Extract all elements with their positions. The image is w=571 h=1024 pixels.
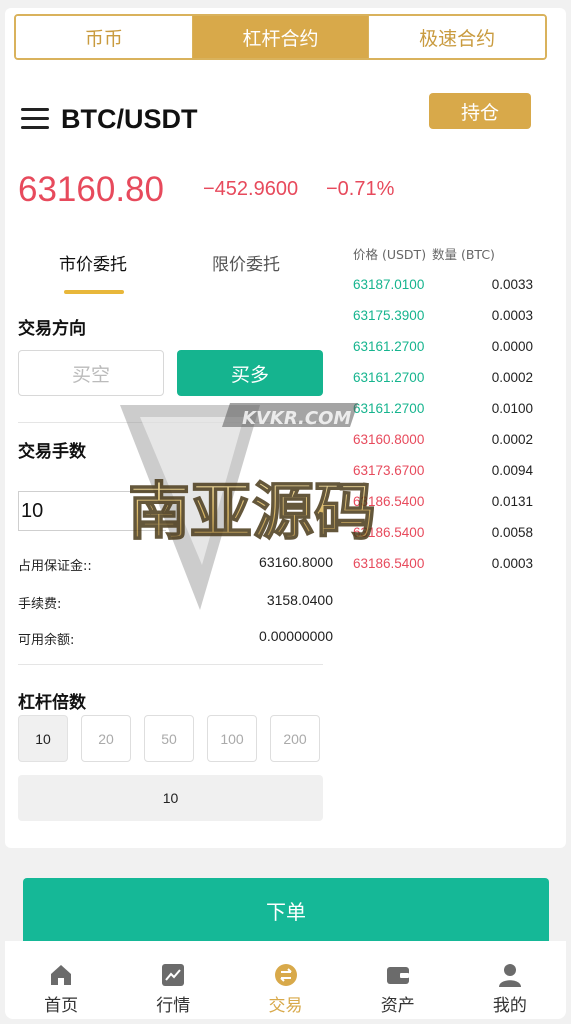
orderbook-qty: 0.0131 — [491, 494, 533, 509]
orderbook-price: 63186.5400 — [353, 494, 425, 509]
tab-fast-contract[interactable]: 极速合约 — [368, 16, 545, 58]
leverage-title: 杠杆倍数 — [18, 693, 86, 713]
orderbook-row[interactable]: 63161.2700 0.0000 — [353, 339, 533, 359]
orderbook-qty: 0.0094 — [491, 463, 533, 478]
orderbook-price-header: 价格 (USDT) — [353, 247, 427, 262]
nav-label-assets: 资产 — [380, 996, 415, 1016]
margin-value: 63160.8000 — [259, 554, 333, 570]
leverage-option-200[interactable]: 200 — [270, 715, 320, 762]
tab-market-order[interactable]: 市价委托 — [59, 250, 127, 275]
user-icon — [498, 964, 521, 987]
active-tab-underline — [64, 290, 124, 294]
divider — [18, 422, 323, 423]
last-price: 63160.80 — [18, 170, 164, 209]
orderbook-row[interactable]: 63186.5400 0.0003 — [353, 556, 533, 576]
tab-margin-contract[interactable]: 杠杆合约 — [191, 16, 369, 58]
orderbook-price: 63160.8000 — [353, 432, 425, 447]
orderbook-qty: 0.0002 — [491, 432, 533, 447]
chart-icon — [162, 964, 185, 986]
orderbook-price: 63175.3900 — [353, 308, 425, 323]
bottom-nav: 首页 行情 交易 资产 我的 — [5, 941, 566, 1019]
leverage-display: 10 — [18, 775, 323, 821]
orderbook-row[interactable]: 63173.6700 0.0094 — [353, 463, 533, 483]
orderbook-row[interactable]: 63161.2700 0.0002 — [353, 370, 533, 390]
orderbook-qty: 0.0003 — [491, 308, 533, 323]
leverage-option-10[interactable]: 10 — [18, 715, 68, 762]
home-icon — [51, 965, 72, 985]
nav-label-profile: 我的 — [492, 996, 527, 1016]
fee-value: 3158.0400 — [266, 592, 333, 608]
orderbook-qty-header: 数量 (BTC) — [432, 247, 495, 262]
price-change: −452.9600 — [203, 178, 299, 200]
orderbook-qty: 0.0033 — [491, 277, 533, 292]
orderbook-qty: 0.0002 — [491, 370, 533, 385]
nav-profile[interactable]: 我的 — [454, 941, 566, 1019]
orderbook-qty: 0.0100 — [491, 401, 533, 416]
orderbook-price: 63161.2700 — [353, 401, 425, 416]
orderbook-row[interactable]: 63186.5400 0.0131 — [353, 494, 533, 514]
orderbook-price: 63186.5400 — [353, 525, 425, 540]
quantity-input[interactable]: 10 — [18, 491, 166, 531]
price-change-percent: −0.71% — [326, 178, 395, 200]
tab-spot[interactable]: 币币 — [16, 16, 192, 58]
direction-title: 交易方向 — [18, 319, 86, 339]
nav-assets[interactable]: 资产 — [342, 941, 454, 1019]
leverage-option-100[interactable]: 100 — [207, 715, 257, 762]
buy-long-button[interactable]: 买多 — [177, 350, 323, 396]
hamburger-menu-icon[interactable] — [21, 108, 49, 130]
orderbook-row[interactable]: 63161.2700 0.0100 — [353, 401, 533, 421]
orderbook-qty: 0.0058 — [491, 525, 533, 540]
balance-value: 0.00000000 — [259, 628, 333, 644]
orderbook-price: 63187.0100 — [353, 277, 425, 292]
leverage-option-50[interactable]: 50 — [144, 715, 194, 762]
orderbook-price: 63161.2700 — [353, 339, 425, 354]
nav-label-market: 行情 — [156, 996, 191, 1016]
fee-label: 手续费: — [18, 597, 62, 612]
trading-pair-title: BTC/USDT — [61, 104, 198, 134]
buy-short-button[interactable]: 买空 — [18, 350, 164, 396]
orderbook-row[interactable]: 63160.8000 0.0002 — [353, 432, 533, 452]
orderbook-row[interactable]: 63186.5400 0.0058 — [353, 525, 533, 545]
nav-trade[interactable]: 交易 — [229, 941, 341, 1019]
wallet-icon — [386, 967, 409, 984]
nav-label-home: 首页 — [44, 996, 79, 1016]
tab-limit-order[interactable]: 限价委托 — [212, 250, 280, 275]
orderbook-price: 63186.5400 — [353, 556, 425, 571]
leverage-option-20[interactable]: 20 — [81, 715, 131, 762]
orderbook-price: 63173.6700 — [353, 463, 425, 478]
place-order-button[interactable]: 下单 — [23, 878, 549, 942]
balance-label: 可用余额: — [18, 633, 75, 648]
market-type-tabs: 币币 杠杆合约 极速合约 — [14, 14, 547, 60]
orderbook-qty: 0.0003 — [491, 556, 533, 571]
margin-label: 占用保证金:: — [18, 559, 92, 574]
orderbook-row[interactable]: 63175.3900 0.0003 — [353, 308, 533, 328]
nav-market[interactable]: 行情 — [117, 941, 229, 1019]
divider — [18, 664, 323, 665]
orderbook-price: 63161.2700 — [353, 370, 425, 385]
orderbook-row[interactable]: 63187.0100 0.0033 — [353, 277, 533, 297]
nav-home[interactable]: 首页 — [5, 941, 117, 1019]
orderbook-qty: 0.0000 — [491, 339, 533, 354]
exchange-icon — [274, 964, 297, 986]
quantity-title: 交易手数 — [18, 442, 86, 462]
position-button[interactable]: 持仓 — [429, 93, 531, 129]
nav-label-trade: 交易 — [268, 996, 303, 1016]
